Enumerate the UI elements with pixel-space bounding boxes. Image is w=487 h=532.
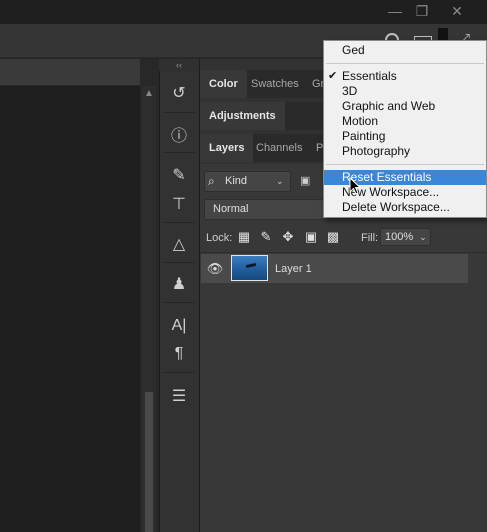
- eye-icon[interactable]: 👁: [206, 261, 224, 277]
- layer-thumbnail[interactable]: [231, 255, 268, 281]
- close-icon[interactable]: ✕: [443, 0, 471, 22]
- tab-channels[interactable]: Channels: [247, 134, 311, 162]
- divider: [200, 252, 487, 253]
- scroll-up-arrow-icon[interactable]: ▲: [142, 88, 156, 102]
- lock-transparent-pixels-icon[interactable]: ▦: [236, 229, 252, 245]
- document-canvas[interactable]: [0, 86, 140, 532]
- brushes-icon[interactable]: ⊤: [161, 190, 197, 218]
- menu-separator: [326, 164, 484, 165]
- scrollbar-thumb[interactable]: [145, 392, 153, 532]
- lock-all-icon[interactable]: ▩: [325, 229, 341, 245]
- tab-color[interactable]: Color: [200, 70, 247, 98]
- divider: [163, 262, 195, 263]
- menu-item-3d[interactable]: 3D: [324, 84, 486, 99]
- clone-source-icon[interactable]: ♟: [161, 270, 197, 298]
- divider: [163, 112, 195, 113]
- divider: [163, 222, 195, 223]
- restore-icon[interactable]: ❐: [408, 0, 436, 22]
- tab-adjustments[interactable]: Adjustments: [200, 102, 285, 130]
- paragraph-icon[interactable]: ¶: [161, 340, 197, 368]
- blend-mode-select[interactable]: Normal: [204, 199, 324, 220]
- info-icon[interactable]: ⓘ: [161, 120, 197, 148]
- brush-settings-icon[interactable]: ✎: [161, 161, 197, 189]
- menu-item-motion[interactable]: Motion: [324, 114, 486, 129]
- menu-item-ged[interactable]: Ged: [324, 43, 486, 58]
- menu-item-painting[interactable]: Painting: [324, 129, 486, 144]
- lock-label: Lock:: [206, 232, 233, 244]
- lock-artboard-icon[interactable]: ▣: [303, 229, 319, 245]
- divider: [163, 302, 195, 303]
- divider: [163, 372, 195, 373]
- plane-shape: [245, 262, 257, 269]
- menu-item-delete-workspace[interactable]: Delete Workspace...: [324, 200, 486, 215]
- lock-position-icon[interactable]: ✥: [280, 229, 296, 245]
- chevron-down-icon[interactable]: ⌄: [416, 228, 430, 246]
- tab-layers[interactable]: Layers: [200, 134, 254, 162]
- layer-name[interactable]: Layer 1: [275, 263, 312, 275]
- lock-image-pixels-icon[interactable]: ✎: [258, 229, 274, 245]
- checkmark-icon: ✔: [328, 70, 338, 82]
- mouse-cursor-icon: [349, 177, 361, 195]
- minimize-icon[interactable]: —: [381, 0, 409, 22]
- menu-item-photography[interactable]: Photography: [324, 144, 486, 159]
- collapse-panels-icon[interactable]: ‹‹: [159, 59, 199, 71]
- menu-item-graphic-and-web[interactable]: Graphic and Web: [324, 99, 486, 114]
- document-tab-strip: [0, 59, 140, 85]
- divider: [163, 152, 195, 153]
- image-filter-icon[interactable]: ▣: [300, 174, 316, 188]
- character-icon[interactable]: A|: [161, 312, 197, 340]
- fill-label: Fill:: [361, 232, 379, 244]
- search-icon: ⌕: [208, 174, 215, 188]
- menu-item-essentials[interactable]: Essentials: [324, 69, 486, 84]
- shapes-icon[interactable]: △: [161, 230, 197, 258]
- chevron-down-icon[interactable]: ⌄: [276, 171, 290, 192]
- menu-separator: [326, 63, 484, 64]
- properties-icon[interactable]: ☰: [161, 382, 197, 410]
- history-icon[interactable]: ↺: [161, 79, 197, 107]
- tab-swatches[interactable]: Swatches: [242, 70, 308, 98]
